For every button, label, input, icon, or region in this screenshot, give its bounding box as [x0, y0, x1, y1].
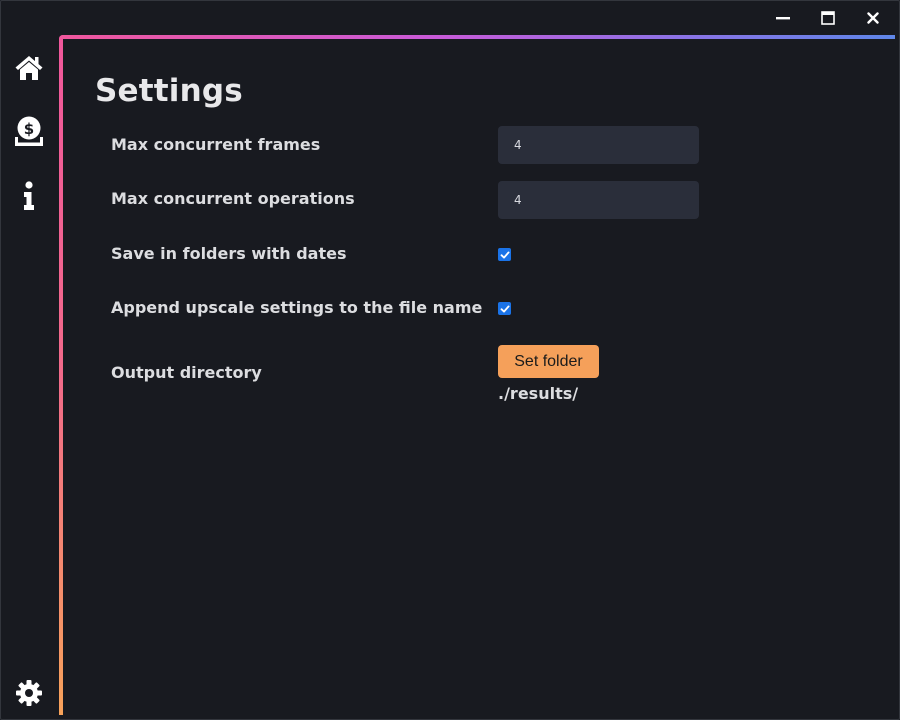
sidebar-item-home[interactable]: [14, 53, 44, 83]
sidebar-item-info[interactable]: [14, 181, 44, 211]
minimize-icon: [775, 17, 790, 20]
checkmark-icon: [500, 251, 509, 258]
close-icon: [866, 12, 879, 24]
max-operations-input[interactable]: [498, 181, 699, 219]
close-button[interactable]: [850, 5, 895, 31]
maximize-button[interactable]: [805, 5, 850, 31]
set-folder-button[interactable]: Set folder: [498, 345, 599, 378]
max-operations-label: Max concurrent operations: [111, 189, 355, 208]
sidebar-item-donate[interactable]: $: [14, 116, 44, 146]
money-bag-icon: $: [15, 116, 43, 146]
settings-panel: Settings Max concurrent frames Max concu…: [63, 39, 895, 715]
output-directory-label: Output directory: [111, 363, 262, 382]
output-path: ./results/: [498, 384, 579, 403]
append-settings-label: Append upscale settings to the file name: [111, 298, 483, 317]
info-icon: [24, 181, 34, 210]
sidebar-item-settings[interactable]: [14, 678, 44, 708]
window-controls: [760, 5, 895, 31]
page-title: Settings: [95, 73, 243, 109]
append-settings-checkbox[interactable]: [498, 302, 511, 315]
app-window: $ Settings Max concurrent frames 4 Max c…: [0, 0, 900, 720]
checkmark-icon: [500, 305, 509, 312]
save-dates-label: Save in folders with dates: [111, 244, 347, 263]
sidebar: $: [1, 1, 59, 719]
maximize-icon: [820, 11, 835, 25]
max-frames-label: Max concurrent frames: [111, 135, 321, 154]
svg-text:$: $: [24, 120, 34, 138]
home-icon: [15, 56, 43, 80]
save-dates-checkbox[interactable]: [498, 248, 511, 261]
gear-icon: [16, 680, 42, 706]
max-frames-input[interactable]: [498, 126, 699, 164]
minimize-button[interactable]: [760, 5, 805, 31]
